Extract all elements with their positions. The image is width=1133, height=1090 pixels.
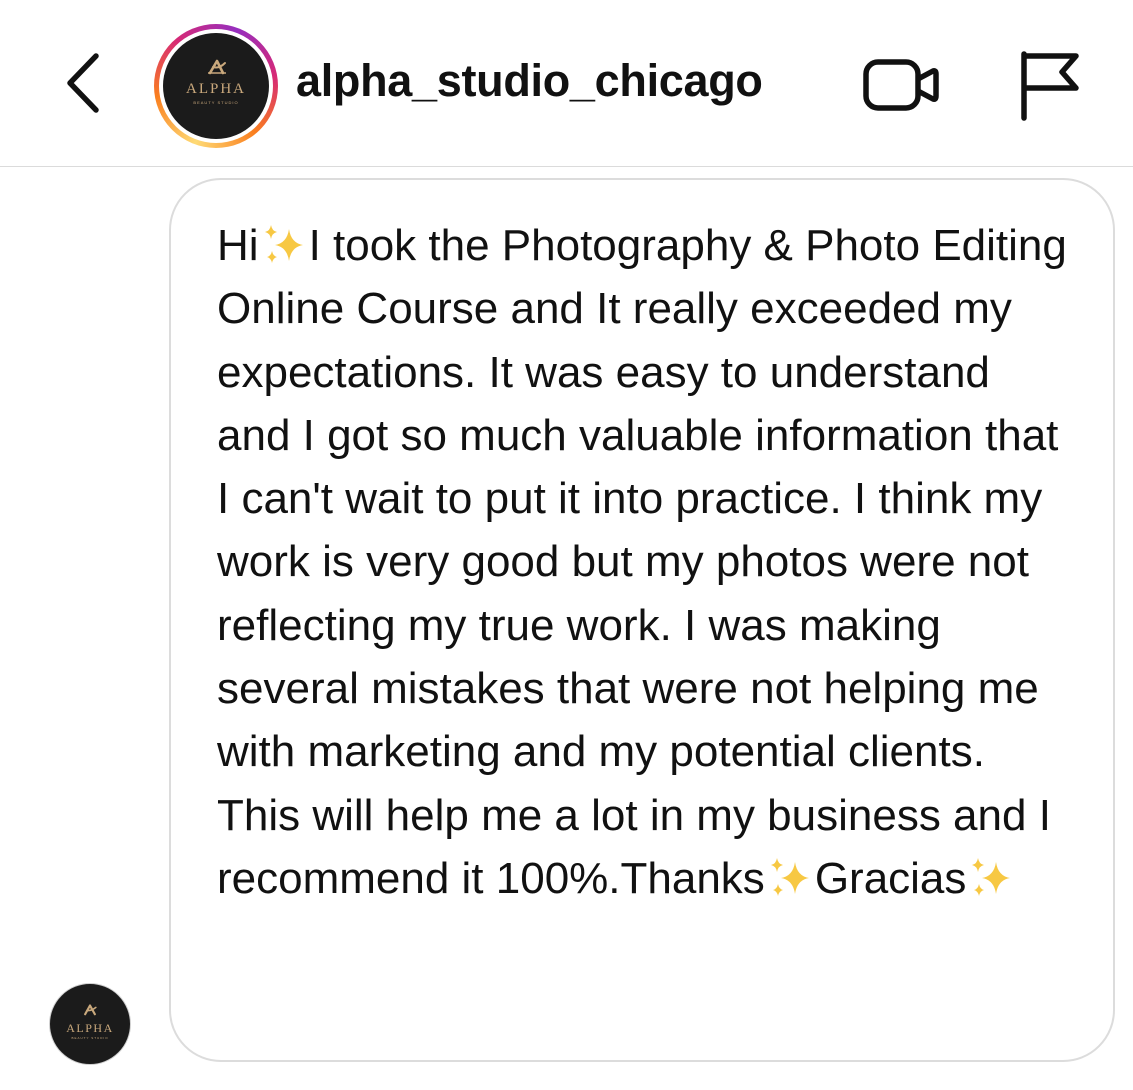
profile-avatar[interactable]: ALPHA BEAUTY STUDIO [154,24,278,148]
video-camera-icon [863,59,939,111]
message-text-start: Hi [217,221,259,270]
message-bubble[interactable]: Hi I took the Photography & Photo Editing… [169,178,1115,1062]
chevron-left-icon [67,53,99,113]
chat-header: ALPHA BEAUTY STUDIO alpha_studio_chicago [0,0,1133,167]
message-text: Hi I took the Photography & Photo Editing… [217,214,1073,910]
brand-name: ALPHA [66,1021,114,1035]
brand-name: ALPHA [185,81,246,97]
brand-subtitle: BEAUTY STUDIO [71,1036,109,1040]
back-button[interactable] [58,48,110,118]
video-call-button[interactable] [860,52,942,118]
flag-icon [1021,51,1079,121]
brand-subtitle: BEAUTY STUDIO [193,100,239,105]
report-flag-button[interactable] [1012,46,1082,124]
avatar-image: ALPHA BEAUTY STUDIO [163,33,269,139]
message-text-end: Gracias [814,853,967,903]
sparkles-icon [770,857,809,896]
message-text-body: I took the Photography & Photo Editing O… [217,221,1080,903]
username[interactable]: alpha_studio_chicago [296,55,763,107]
sparkles-icon [264,225,303,263]
sparkles-icon [972,857,1011,896]
sender-avatar[interactable]: ALPHA BEAUTY STUDIO [49,983,131,1065]
